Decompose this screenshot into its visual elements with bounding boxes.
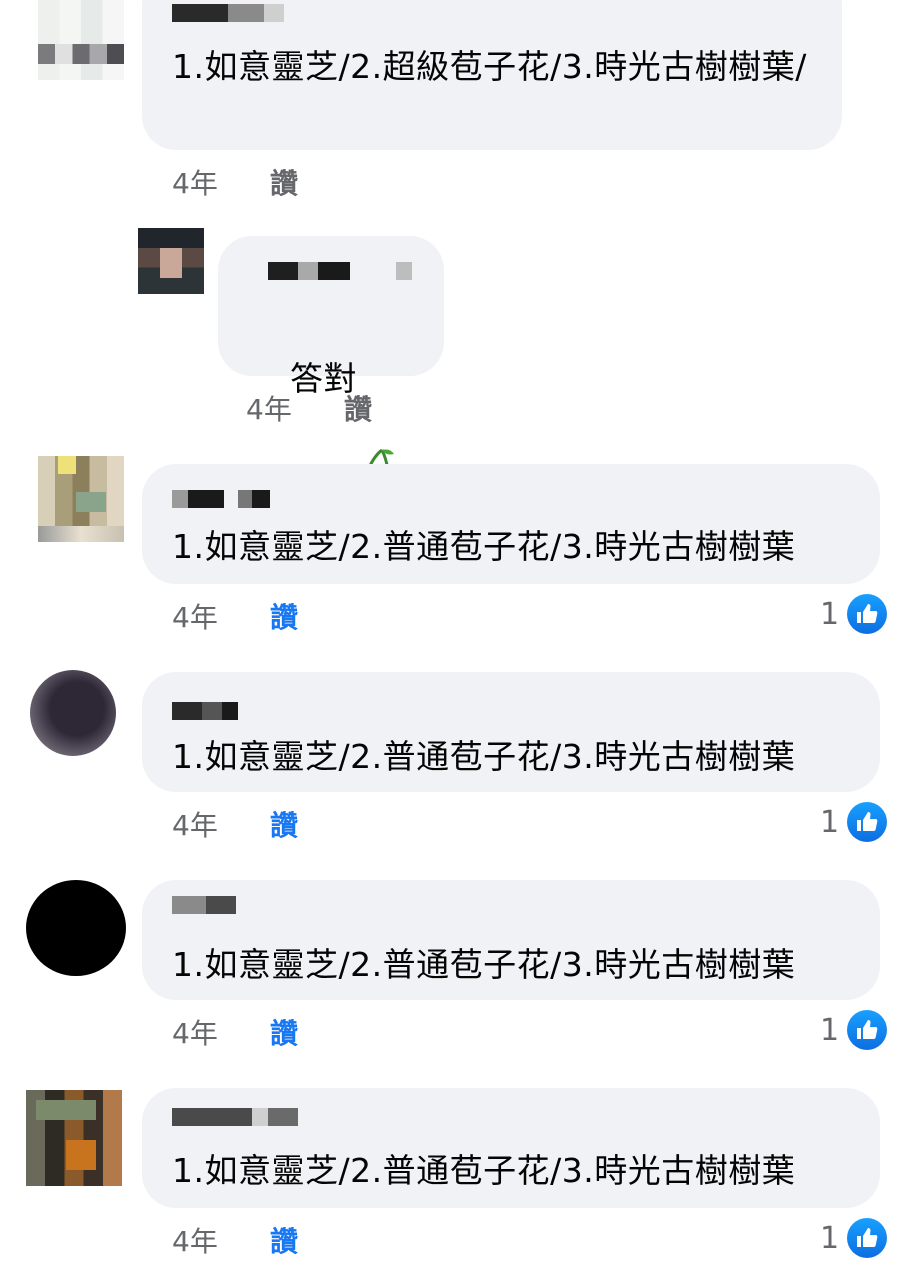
comment-meta: 4年 讚 xyxy=(172,804,772,844)
thumbs-up-icon xyxy=(847,802,888,842)
comment-meta: 4年 讚 xyxy=(246,388,646,428)
reaction-count: 1 xyxy=(820,1012,840,1048)
comment-text: 1.如意靈芝/2.超級苞子花/3.時光古樹樹葉/ xyxy=(172,47,807,86)
reaction-summary[interactable]: 1 xyxy=(820,1010,888,1050)
thumbs-up-icon xyxy=(847,594,888,634)
author-name-redacted[interactable] xyxy=(172,4,284,22)
comment-meta: 4年 讚 xyxy=(172,1012,772,1052)
comment-text: 1.如意靈芝/2.普通苞子花/3.時光古樹樹葉 xyxy=(172,527,796,566)
author-name-redacted[interactable] xyxy=(172,702,238,720)
comment-text: 1.如意靈芝/2.普通苞子花/3.時光古樹樹葉 xyxy=(172,945,796,984)
comment-text: 1.如意靈芝/2.普通苞子花/3.時光古樹樹葉 xyxy=(172,1151,796,1190)
comment-meta: 4年 讚 xyxy=(172,596,772,636)
reaction-summary[interactable]: 1 xyxy=(820,594,888,634)
thumbs-up-icon xyxy=(847,1010,888,1050)
timestamp[interactable]: 4年 xyxy=(172,1012,218,1052)
avatar[interactable] xyxy=(26,880,126,976)
author-name-redacted[interactable] xyxy=(268,262,412,280)
avatar[interactable] xyxy=(30,670,116,756)
like-button[interactable]: 讚 xyxy=(344,388,372,428)
avatar[interactable] xyxy=(138,228,204,294)
reaction-count: 1 xyxy=(820,1220,840,1256)
timestamp[interactable]: 4年 xyxy=(246,388,292,428)
thumbs-up-icon xyxy=(847,1218,888,1258)
reaction-summary[interactable]: 1 xyxy=(820,1218,888,1258)
avatar[interactable] xyxy=(26,1090,122,1186)
like-button[interactable]: 讚 xyxy=(270,596,298,636)
reaction-count: 1 xyxy=(820,804,840,840)
like-button[interactable]: 讚 xyxy=(270,162,298,202)
author-name-redacted[interactable] xyxy=(172,490,270,508)
comment-meta: 4年 讚 xyxy=(172,1220,772,1260)
comment-meta: 4年 讚 xyxy=(172,162,772,202)
like-button[interactable]: 讚 xyxy=(270,1220,298,1260)
like-button[interactable]: 讚 xyxy=(270,804,298,844)
avatar[interactable] xyxy=(38,456,124,542)
timestamp[interactable]: 4年 xyxy=(172,596,218,636)
comment-text: 1.如意靈芝/2.普通苞子花/3.時光古樹樹葉 xyxy=(172,737,796,776)
reaction-count: 1 xyxy=(820,596,840,632)
like-button[interactable]: 讚 xyxy=(270,1012,298,1052)
timestamp[interactable]: 4年 xyxy=(172,1220,218,1260)
timestamp[interactable]: 4年 xyxy=(172,804,218,844)
timestamp[interactable]: 4年 xyxy=(172,162,218,202)
avatar[interactable] xyxy=(38,0,124,80)
author-name-redacted[interactable] xyxy=(172,1108,298,1126)
author-name-redacted[interactable] xyxy=(172,896,236,914)
reaction-summary[interactable]: 1 xyxy=(820,802,888,842)
